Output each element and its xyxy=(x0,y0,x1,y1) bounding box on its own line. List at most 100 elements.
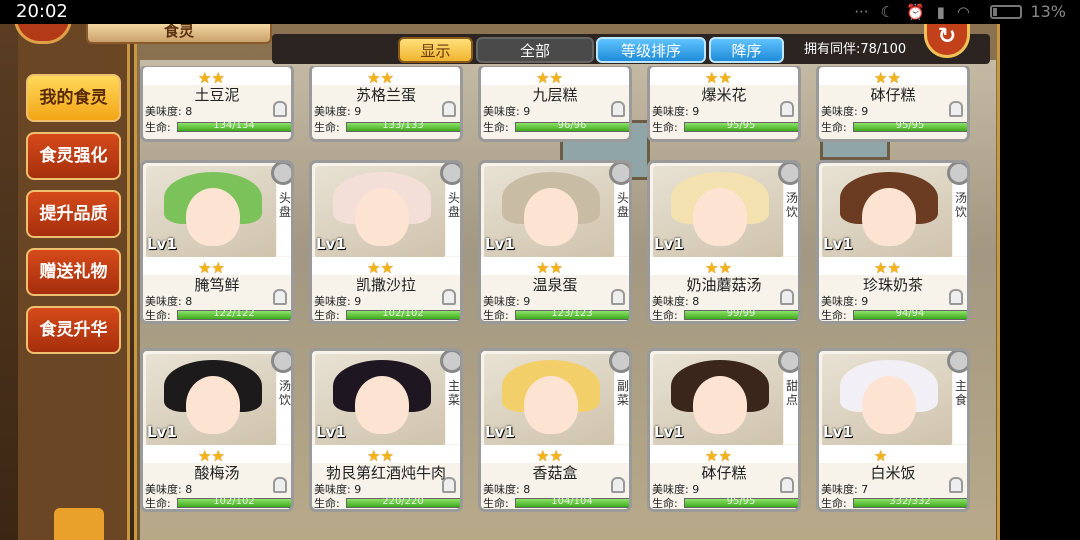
character-face xyxy=(693,188,747,246)
taste-label: 美味度: xyxy=(314,105,351,118)
star-strip xyxy=(819,445,967,463)
owned-count: 拥有同伴:78/100 xyxy=(790,38,930,62)
food-soul-card[interactable]: 头盘 Lv1 ★★ 凯撒沙拉 美味度: 9 生命: 102/102 xyxy=(309,160,463,324)
lock-icon[interactable] xyxy=(273,477,287,493)
taste-value: 9 xyxy=(861,105,869,118)
level-sort-button[interactable]: 等级排序 xyxy=(596,37,706,63)
show-filter-button[interactable]: 显示 xyxy=(398,37,473,63)
hp-value: 95/95 xyxy=(895,120,925,131)
taste-value: 8 xyxy=(185,483,193,496)
hp-value: 104/104 xyxy=(551,496,593,507)
character-face xyxy=(862,188,916,246)
hp-value: 122/122 xyxy=(213,308,255,319)
lock-icon[interactable] xyxy=(780,101,794,117)
food-soul-card[interactable]: 副菜 Lv1 ★★ 香菇盒 美味度: 8 生命: 104/104 xyxy=(478,348,632,512)
food-soul-name: 土豆泥 xyxy=(194,86,240,104)
descending-button[interactable]: 降序 xyxy=(709,37,784,63)
hp-label: 生命: xyxy=(821,121,847,134)
lock-icon[interactable] xyxy=(442,477,456,493)
level-label: Lv1 xyxy=(485,423,515,441)
lock-icon[interactable] xyxy=(611,101,625,117)
taste-label: 美味度: xyxy=(145,105,182,118)
food-soul-name: 腌笃鲜 xyxy=(194,276,240,294)
lock-icon[interactable] xyxy=(949,289,963,305)
lock-icon[interactable] xyxy=(611,289,625,305)
lock-icon[interactable] xyxy=(949,477,963,493)
lock-icon[interactable] xyxy=(273,101,287,117)
hp-label: 生命: xyxy=(145,121,171,134)
food-soul-card[interactable]: 汤饮 Lv1 ★★ 酸梅汤 美味度: 8 生命: 102/102 xyxy=(140,348,294,512)
food-soul-name: 凯撒沙拉 xyxy=(355,276,416,294)
lock-icon[interactable] xyxy=(442,101,456,117)
side-menu-enhance[interactable]: 食灵强化 xyxy=(26,132,121,180)
taste-value: 9 xyxy=(523,105,531,118)
taste-label: 美味度: xyxy=(483,105,520,118)
hp-value: 133/133 xyxy=(382,120,424,131)
food-soul-card[interactable]: 甜点 Lv1 ★★ 砵仔糕 美味度: 9 生命: 95/95 xyxy=(647,348,801,512)
food-soul-card[interactable]: 汤饮 Lv1 ★★ 珍珠奶茶 美味度: 9 生命: 94/94 xyxy=(816,160,970,324)
hp-label: 生命: xyxy=(652,309,678,322)
all-filter-button[interactable]: 全部 xyxy=(476,37,594,63)
type-badge-icon xyxy=(271,163,291,185)
owned-label: 拥有同伴: xyxy=(804,42,861,57)
food-soul-card[interactable]: ★★ 爆米花 美味度: 9 生命: 95/95 xyxy=(647,66,801,142)
food-soul-card[interactable]: ★★ 砵仔糕 美味度: 9 生命: 95/95 xyxy=(816,66,970,142)
level-label: Lv1 xyxy=(823,423,853,441)
food-type-label: 主菜 xyxy=(447,379,460,407)
clock: 20:02 xyxy=(16,1,68,22)
game-screen: { "status_bar": {"time": "20:02", "batte… xyxy=(0,0,1080,540)
battery-icon xyxy=(990,5,1022,19)
character-face xyxy=(355,376,409,434)
hp-value: 102/102 xyxy=(382,308,424,319)
food-soul-name: 砵仔糕 xyxy=(870,86,916,104)
taste-value: 8 xyxy=(185,295,193,308)
food-soul-card[interactable]: 汤饮 Lv1 ★★ 奶油蘑菇汤 美味度: 8 生命: 99/99 xyxy=(647,160,801,324)
food-soul-card[interactable]: 主食 Lv1 ★ 白米饭 美味度: 7 生命: 332/332 xyxy=(816,348,970,512)
character-face xyxy=(186,376,240,434)
character-face xyxy=(524,376,578,434)
food-soul-card[interactable]: 主菜 Lv1 ★★ 勃艮第红酒炖牛肉 美味度: 9 生命: 220/220 xyxy=(309,348,463,512)
signal-icon: ▮ xyxy=(936,3,945,21)
food-soul-card[interactable]: 头盘 Lv1 ★★ 腌笃鲜 美味度: 8 生命: 122/122 xyxy=(140,160,294,324)
page-title: 食灵 xyxy=(86,24,272,44)
side-menu-gift[interactable]: 赠送礼物 xyxy=(26,248,121,296)
lock-icon[interactable] xyxy=(442,289,456,305)
type-badge-icon xyxy=(609,351,629,373)
taste-value: 9 xyxy=(354,483,362,496)
food-soul-name: 温泉蛋 xyxy=(532,276,578,294)
status-icons: ··· ☾ ⏰ ▮ ◠ xyxy=(854,3,970,21)
side-panel-tab[interactable] xyxy=(54,508,104,540)
side-menu-ascend[interactable]: 食灵升华 xyxy=(26,306,121,354)
taste-row: 美味度: 9 xyxy=(821,103,868,119)
hp-label: 生命: xyxy=(314,497,340,510)
lock-icon[interactable] xyxy=(949,101,963,117)
wifi-icon: ◠ xyxy=(956,3,970,21)
taste-value: 9 xyxy=(692,105,700,118)
lock-icon[interactable] xyxy=(611,477,625,493)
moon-icon: ☾ xyxy=(880,3,894,21)
hp-label: 生命: xyxy=(314,121,340,134)
lock-icon[interactable] xyxy=(780,477,794,493)
food-soul-card[interactable]: 头盘 Lv1 ★★ 温泉蛋 美味度: 9 生命: 123/123 xyxy=(478,160,632,324)
food-soul-card[interactable]: ★★ 苏格兰蛋 美味度: 9 生命: 133/133 xyxy=(309,66,463,142)
side-menu-upgrade-quality[interactable]: 提升品质 xyxy=(26,190,121,238)
hp-label: 生命: xyxy=(821,309,847,322)
type-badge-icon xyxy=(778,163,798,185)
lock-icon[interactable] xyxy=(273,289,287,305)
hp-value: 99/99 xyxy=(726,308,756,319)
hp-label: 生命: xyxy=(652,121,678,134)
food-soul-card[interactable]: ★★ 土豆泥 美味度: 8 生命: 134/134 xyxy=(140,66,294,142)
hp-label: 生命: xyxy=(821,497,847,510)
food-soul-name: 砵仔糕 xyxy=(701,464,747,482)
food-type-label: 头盘 xyxy=(616,191,629,219)
food-soul-name: 珍珠奶茶 xyxy=(862,276,923,294)
lock-icon[interactable] xyxy=(780,289,794,305)
level-label: Lv1 xyxy=(654,423,684,441)
taste-value: 8 xyxy=(692,295,700,308)
hp-value: 102/102 xyxy=(213,496,255,507)
taste-value: 8 xyxy=(523,483,531,496)
taste-row: 美味度: 8 xyxy=(145,103,192,119)
taste-value: 7 xyxy=(861,483,869,496)
side-menu-my-food-souls[interactable]: 我的食灵 xyxy=(26,74,121,122)
food-soul-card[interactable]: ★★ 九层糕 美味度: 9 生命: 96/96 xyxy=(478,66,632,142)
